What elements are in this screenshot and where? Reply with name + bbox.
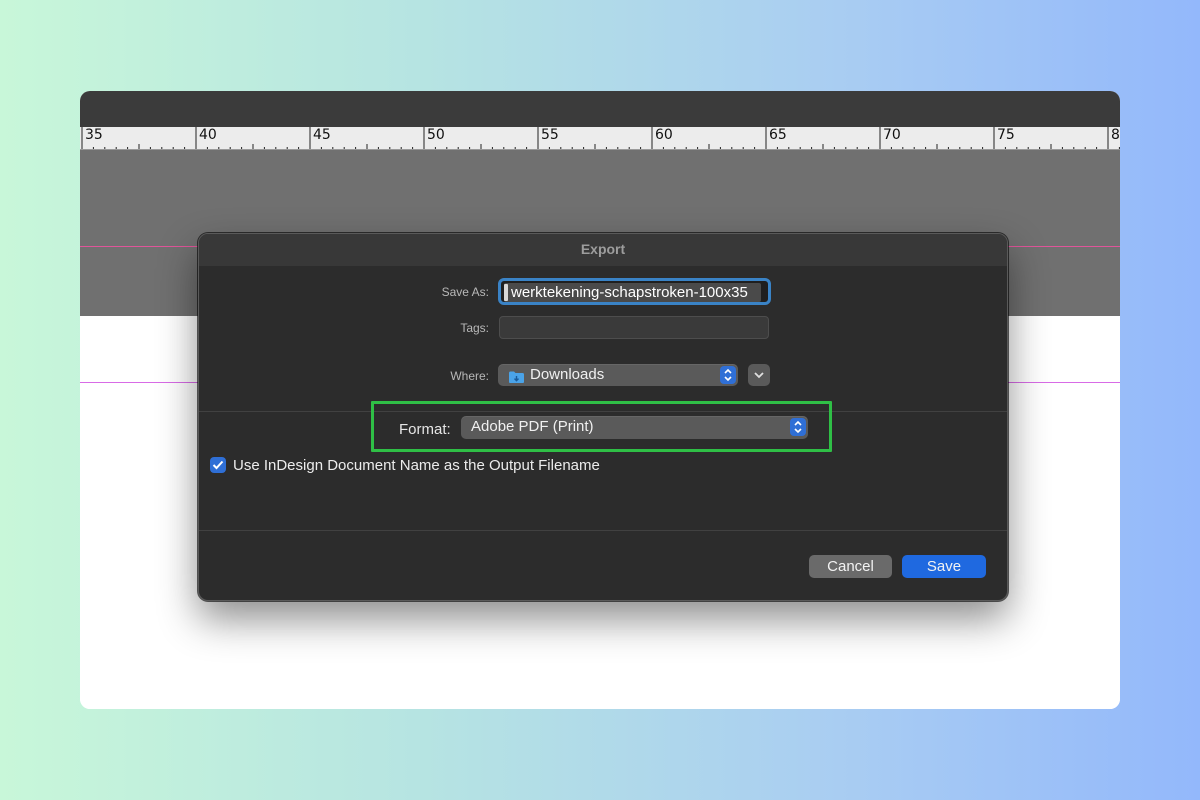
ruler-number: 45 <box>313 127 331 143</box>
where-popup[interactable]: Downloads <box>498 364 738 386</box>
dialog-title: Export <box>199 234 1007 266</box>
where-value: Downloads <box>530 366 605 383</box>
horizontal-ruler[interactable]: 35 40 45 50 55 60 65 70 75 8 <box>80 127 1120 150</box>
ruler-number: 55 <box>541 127 559 143</box>
format-label: Format: <box>399 421 451 438</box>
ruler-number: 75 <box>997 127 1015 143</box>
save-as-value: werktekening-schapstroken-100x35 <box>511 284 748 301</box>
cancel-button[interactable]: Cancel <box>809 555 892 578</box>
use-document-name-label[interactable]: Use InDesign Document Name as the Output… <box>233 457 600 474</box>
save-as-input[interactable]: werktekening-schapstroken-100x35 <box>498 278 771 305</box>
chevron-down-icon <box>754 372 764 379</box>
ruler-number: 50 <box>427 127 445 143</box>
export-dialog: Export Save As: werktekening-schapstroke… <box>198 233 1008 601</box>
ruler-number: 35 <box>85 127 103 143</box>
ruler-ticks <box>81 127 1120 149</box>
format-popup[interactable]: Adobe PDF (Print) <box>461 416 808 439</box>
ruler-number: 60 <box>655 127 673 143</box>
up-down-chevron-icon <box>790 418 806 436</box>
footer-divider <box>199 530 1007 531</box>
ruler-number: 65 <box>769 127 787 143</box>
tags-input[interactable] <box>499 316 769 339</box>
save-button[interactable]: Save <box>902 555 986 578</box>
ruler-number: 8 <box>1111 127 1120 143</box>
format-value: Adobe PDF (Print) <box>471 418 594 435</box>
up-down-chevron-icon <box>720 366 736 384</box>
checkmark-icon <box>212 460 224 470</box>
tags-label: Tags: <box>460 321 489 335</box>
downloads-folder-icon <box>508 369 525 391</box>
app-toolbar-area <box>80 91 1120 127</box>
ruler-number: 70 <box>883 127 901 143</box>
where-label: Where: <box>450 369 489 383</box>
text-cursor <box>504 284 508 301</box>
ruler-number: 40 <box>199 127 217 143</box>
expand-browser-button[interactable] <box>748 364 770 386</box>
use-document-name-checkbox[interactable] <box>210 457 226 473</box>
save-as-label: Save As: <box>441 285 489 299</box>
